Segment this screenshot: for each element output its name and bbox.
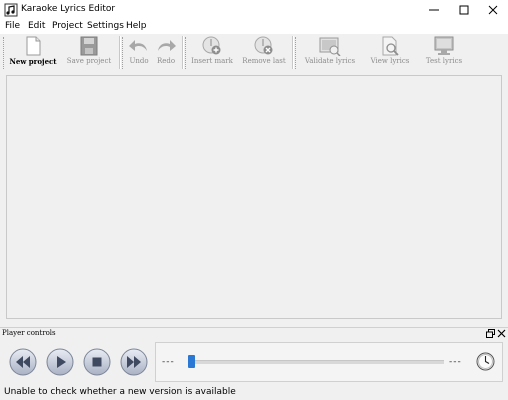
clock-icon[interactable] [476,352,495,371]
insert-mark-label: Insert mark [191,57,233,65]
view-lyrics-label: View lyrics [370,57,410,65]
test-lyrics-monitor-icon [434,36,454,55]
close-button[interactable] [478,0,508,20]
remove-mark-icon [254,36,273,55]
float-panel-button[interactable] [486,329,495,338]
redo-arrow-icon [158,40,176,51]
close-panel-button[interactable] [497,329,506,338]
stop-button[interactable] [83,348,111,376]
menu-help[interactable]: Help [126,21,147,31]
test-lyrics-button[interactable]: Test lyrics [420,34,468,72]
insert-mark-button[interactable]: Insert mark [189,34,235,72]
menu-edit[interactable]: Edit [28,21,45,31]
redo-button[interactable]: Redo [153,34,179,72]
position-slider-track[interactable] [192,360,444,364]
menu-file[interactable]: File [5,21,20,31]
save-project-label: Save project [66,57,112,65]
new-project-button[interactable]: New project [8,34,58,72]
menu-bar: File Edit Project Settings Help [0,20,508,34]
remove-last-label: Remove last [242,57,286,65]
position-left-label: --- [162,357,175,367]
validate-lyrics-label: Validate lyrics [304,57,356,65]
undo-button[interactable]: Undo [126,34,152,72]
position-slider-handle[interactable] [188,355,195,368]
maximize-button[interactable] [449,0,479,20]
minimize-icon [429,9,439,11]
status-message: Unable to check whether a new version is… [4,387,236,397]
view-lyrics-icon [382,36,399,56]
remove-last-button[interactable]: Remove last [240,34,288,72]
save-disk-icon [80,36,98,56]
minimize-button[interactable] [419,0,449,20]
play-button[interactable] [46,348,74,376]
toolbar-separator [292,36,294,69]
view-lyrics-button[interactable]: View lyrics [366,34,414,72]
toolbar-separator [119,36,121,69]
undo-label: Undo [129,57,149,65]
toolbar: New project Save project Undo Redo Inser… [0,34,508,72]
toolbar-separator [182,36,184,69]
validate-lyrics-button[interactable]: Validate lyrics [300,34,360,72]
undo-arrow-icon [129,40,147,51]
rewind-button[interactable] [9,348,37,376]
app-music-icon [4,3,18,17]
save-project-button[interactable]: Save project [63,34,115,72]
fast-forward-button[interactable] [120,348,148,376]
new-document-icon [26,36,41,56]
test-lyrics-label: Test lyrics [425,57,463,65]
close-icon [497,329,506,338]
close-icon [488,5,498,15]
toolbar-grip[interactable] [185,37,188,69]
lyrics-editor-area[interactable] [6,75,502,319]
player-controls-title: Player controls [2,329,56,337]
toolbar-grip[interactable] [3,37,6,69]
insert-mark-icon [202,36,221,55]
toolbar-grip[interactable] [295,37,298,69]
title-bar: Karaoke Lyrics Editor [0,0,508,20]
redo-label: Redo [156,57,176,65]
menu-settings[interactable]: Settings [87,21,124,31]
restore-panel-icon [486,329,495,338]
position-right-label: --- [449,357,462,367]
status-bar: Unable to check whether a new version is… [0,385,508,400]
stop-icon [92,357,102,367]
maximize-icon [459,5,469,15]
toolbar-grip[interactable] [122,37,125,69]
window-title: Karaoke Lyrics Editor [21,4,116,14]
validate-lyrics-icon [319,37,341,56]
new-project-label: New project [9,57,57,66]
player-controls-header: Player controls [0,327,508,340]
menu-project[interactable]: Project [52,21,83,31]
